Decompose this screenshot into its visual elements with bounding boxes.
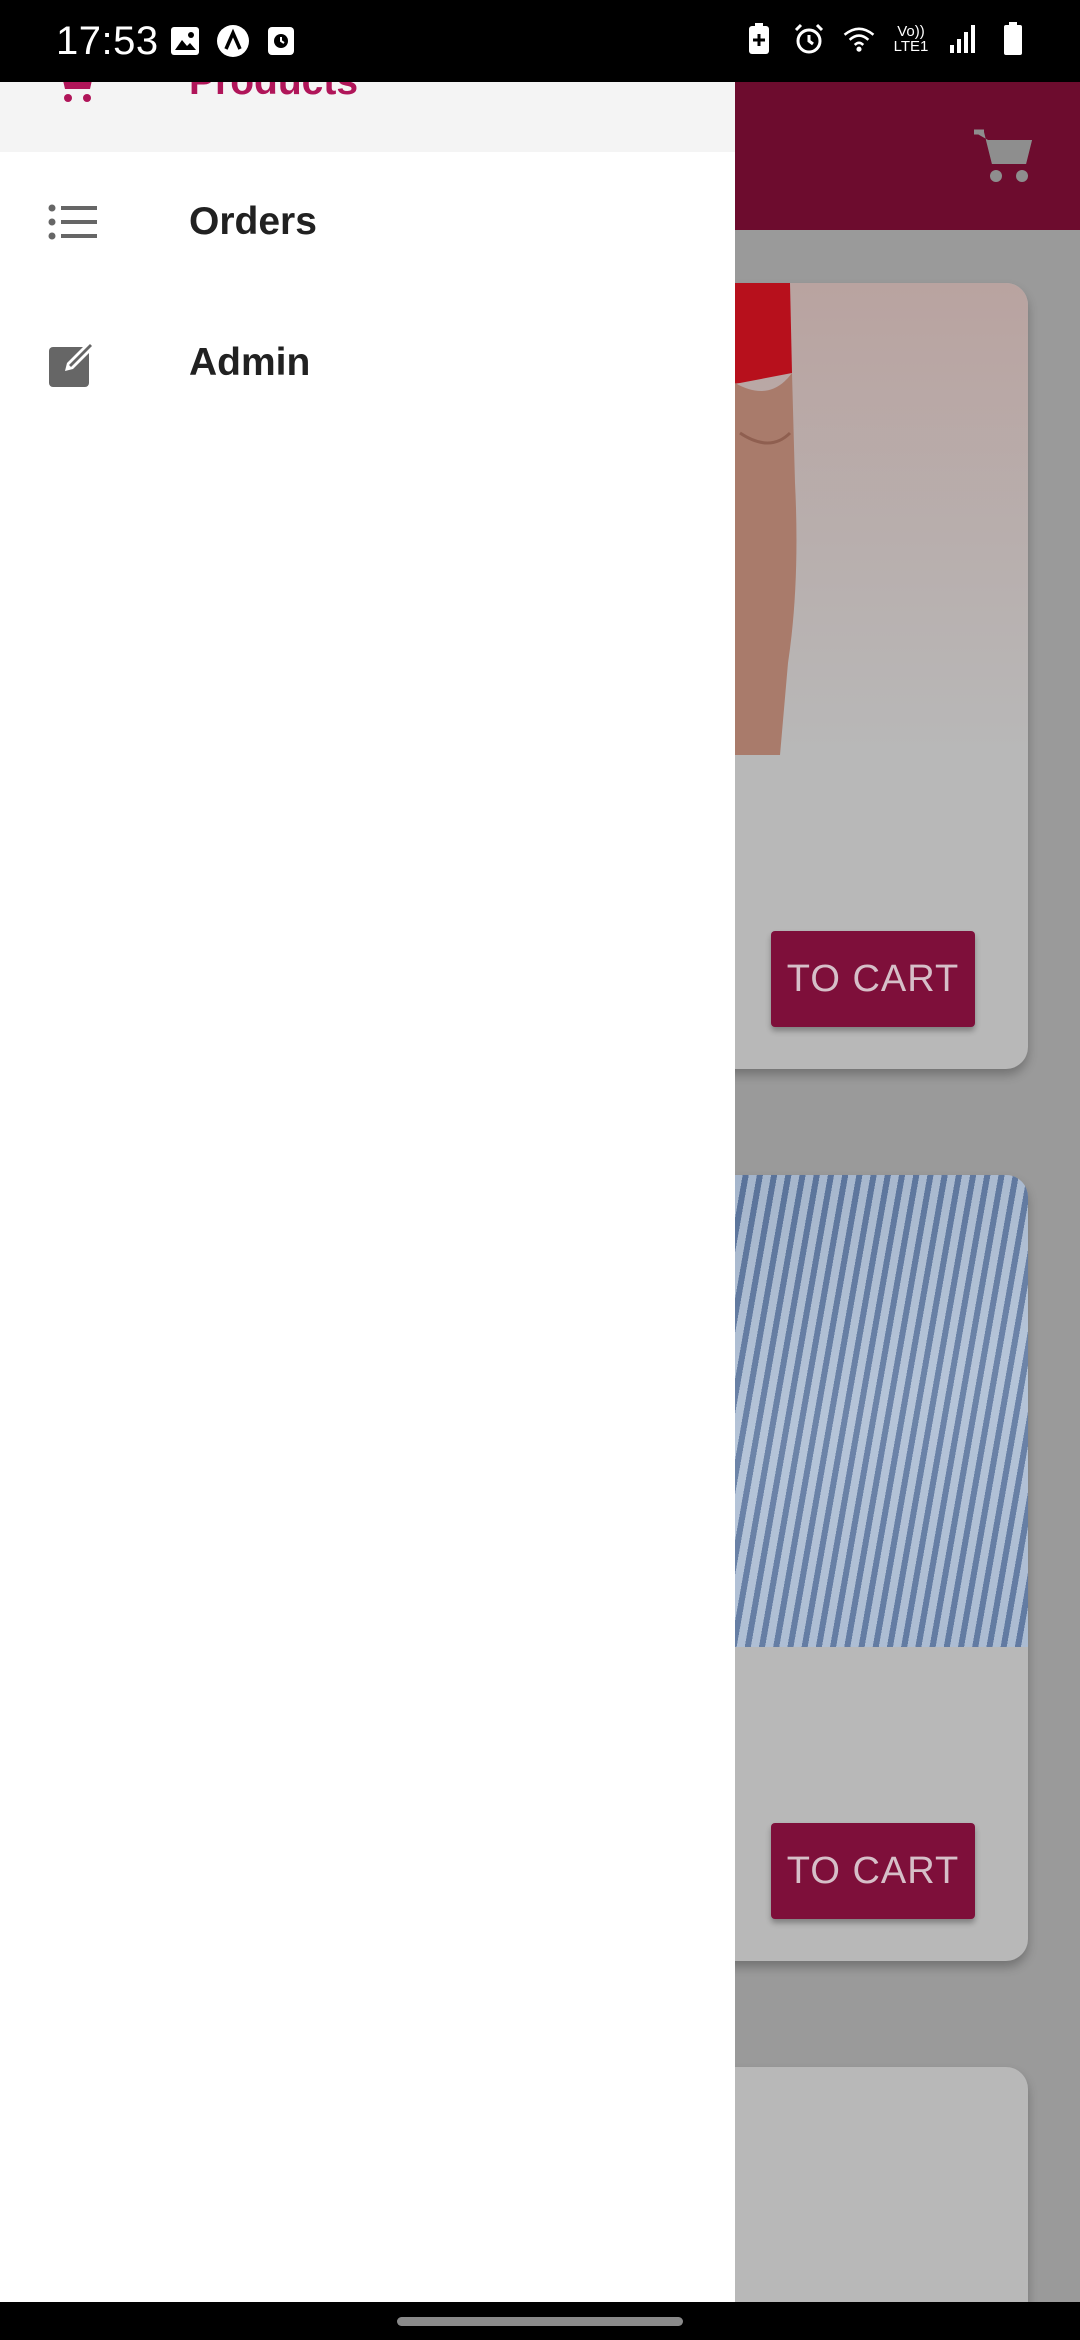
cart-icon	[44, 82, 102, 111]
image-icon	[168, 22, 202, 60]
list-icon	[44, 193, 102, 251]
wifi-icon	[842, 20, 876, 58]
status-right-icons: Vo)) LTE1	[742, 20, 1030, 58]
drawer-item-admin[interactable]: Admin	[0, 293, 735, 433]
volte-icon: Vo)) LTE1	[892, 20, 930, 58]
edit-icon	[44, 334, 102, 392]
gesture-handle[interactable]	[397, 2317, 683, 2326]
alarm-icon	[792, 20, 826, 58]
screen: 17:53 Vo)) LTE1 TO CART TO CART Orders A…	[0, 0, 1080, 2340]
signal-icon	[946, 20, 980, 58]
drawer-item-label: Products	[189, 82, 358, 104]
drawer-item-label: Admin	[189, 341, 311, 384]
status-bar: 17:53 Vo)) LTE1	[0, 0, 1080, 82]
navigation-drawer: Products Orders	[0, 82, 735, 2302]
status-time: 17:53	[56, 19, 159, 63]
navigation-bar	[0, 2302, 1080, 2340]
battery-saver-icon	[742, 20, 776, 58]
drawer-item-label: Orders	[189, 200, 317, 243]
lte-label: LTE1	[893, 38, 929, 55]
status-left-icons	[168, 22, 298, 60]
drawer-item-products[interactable]: Products	[0, 82, 735, 152]
drawer-item-orders[interactable]: Orders	[0, 152, 735, 292]
clock-app-icon	[264, 22, 298, 60]
shopping-cart-icon[interactable]	[972, 126, 1036, 186]
battery-icon	[996, 20, 1030, 58]
volte-label: Vo))	[897, 23, 925, 40]
app-a-icon	[216, 22, 250, 60]
